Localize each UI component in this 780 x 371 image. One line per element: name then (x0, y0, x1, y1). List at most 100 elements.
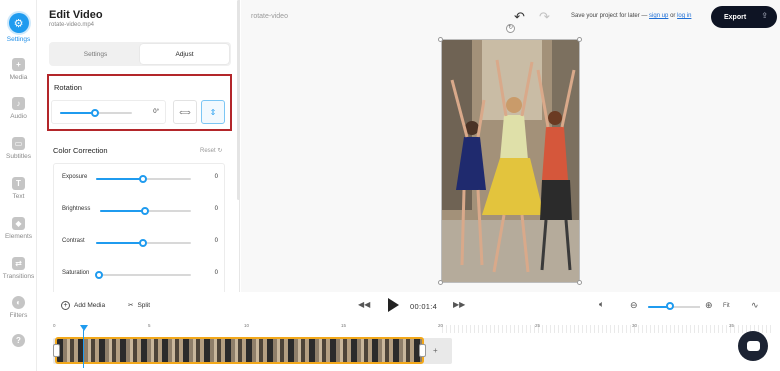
rail-label-settings: Settings (6, 36, 31, 43)
project-name[interactable]: rotate-video (251, 13, 288, 20)
tab-adjust[interactable]: Adjust (140, 44, 229, 64)
brightness-row: Brightness 0 (54, 202, 226, 218)
text-icon: T (12, 177, 25, 190)
resize-handle-bottom-right[interactable] (577, 280, 582, 285)
rail-label-elements: Elements (4, 233, 33, 240)
tick-label: 35 (729, 323, 735, 328)
contrast-value: 0 (214, 238, 218, 244)
panel-tabs: Settings Adjust (49, 42, 231, 66)
rail-item-elements[interactable]: ◆ Elements (0, 217, 37, 240)
help-icon: ? (12, 334, 25, 347)
contrast-label: Contrast (62, 238, 85, 244)
waveform-icon[interactable]: ∿ (751, 300, 759, 311)
video-frame-illustration (442, 40, 579, 282)
rotation-slider[interactable]: 0° (51, 100, 166, 124)
tick-label: 0 (53, 323, 56, 328)
zoom-out-icon[interactable]: ⊖ (630, 300, 638, 311)
color-correction-box: Exposure 0 Brightness 0 Contrast 0 Satur… (53, 163, 225, 292)
tick-label: 15 (341, 323, 347, 328)
resize-handle-top-right[interactable] (577, 37, 582, 42)
playhead-line (83, 330, 84, 368)
video-canvas: ↻ (241, 24, 780, 292)
resize-handle-top-left[interactable] (438, 37, 443, 42)
export-button[interactable]: Export ⇪ (711, 6, 777, 28)
rail-item-filters[interactable]: ◐ Filters (0, 296, 37, 319)
add-media-label: Add Media (74, 302, 106, 309)
upload-icon: ⇪ (761, 11, 768, 20)
save-project-message: Save your project for later — sign up or… (571, 13, 691, 19)
clip-trim-handle-right[interactable] (419, 344, 426, 357)
rail-label-subtitles: Subtitles (6, 153, 31, 160)
tick-label: 10 (244, 323, 250, 328)
rail-item-text[interactable]: T Text (0, 177, 37, 200)
redo-icon[interactable]: ↷ (539, 9, 550, 25)
subtitles-icon: ▭ (12, 137, 25, 150)
brightness-fill (100, 210, 146, 212)
rail-item-media[interactable]: + Media (0, 58, 37, 81)
rail-label-filters: Filters (9, 312, 28, 319)
rotate-handle-icon[interactable]: ↻ (506, 24, 515, 33)
timeline[interactable]: 0 5 10 15 20 25 30 35 + (37, 320, 780, 371)
log-in-link[interactable]: log in (677, 13, 691, 19)
rotation-label: Rotation (54, 83, 82, 92)
rotation-section: Rotation 0° ⟺ ⇕ (47, 74, 232, 131)
rail-item-help[interactable]: ? (0, 334, 37, 350)
skip-back-icon[interactable]: ◀◀ (358, 300, 370, 309)
rotation-knob[interactable] (91, 109, 99, 117)
transitions-icon: ⇄ (12, 257, 25, 270)
split-label: Split (137, 301, 151, 309)
saturation-value: 0 (214, 270, 218, 276)
flip-horizontal-button[interactable]: ⟺ (173, 100, 197, 124)
tick-label: 5 (148, 323, 151, 328)
panel-scrollbar[interactable] (237, 0, 240, 200)
filters-icon: ◐ (12, 296, 25, 309)
flip-vertical-button[interactable]: ⇕ (201, 100, 225, 124)
current-time: 00:01:4 (410, 302, 438, 311)
gear-icon: ⚙ (8, 13, 29, 33)
rail-item-audio[interactable]: ♪ Audio (0, 97, 37, 120)
sign-up-link[interactable]: sign up (649, 13, 668, 19)
rail-item-subtitles[interactable]: ▭ Subtitles (0, 137, 37, 160)
clip-trim-handle-left[interactable] (53, 344, 60, 357)
color-correction-title: Color Correction (53, 146, 108, 155)
tick-label: 25 (535, 323, 541, 328)
edit-video-panel: Edit Video rotate-video.mp4 Settings Adj… (37, 0, 240, 292)
play-icon[interactable] (388, 298, 399, 312)
resize-handle-bottom-left[interactable] (438, 280, 443, 285)
contrast-knob[interactable] (138, 239, 147, 247)
panel-title: Edit Video (49, 9, 103, 21)
save-text: Save your project for later — (571, 13, 648, 19)
zoom-knob[interactable] (666, 302, 675, 310)
video-preview[interactable] (441, 39, 580, 283)
rail-item-settings[interactable]: ⚙ Settings (0, 13, 37, 43)
contrast-row: Contrast 0 (54, 234, 226, 250)
tab-settings[interactable]: Settings (51, 44, 140, 64)
volume-icon[interactable]: 🔈︎ (599, 299, 604, 310)
chat-support-button[interactable] (738, 331, 768, 361)
add-media-button[interactable]: + Add Media (61, 301, 105, 310)
skip-forward-icon[interactable]: ▶▶ (453, 300, 465, 309)
zoom-slider[interactable] (648, 306, 700, 308)
saturation-slider[interactable] (100, 274, 191, 276)
split-button[interactable]: ✂ Split (128, 301, 151, 310)
or-text: or (670, 13, 676, 19)
rail-label-media: Media (9, 74, 28, 81)
color-correction-reset[interactable]: Reset ↻ (200, 147, 222, 154)
elements-icon: ◆ (12, 217, 25, 230)
exposure-knob[interactable] (138, 175, 147, 183)
chat-bubble-icon (746, 341, 760, 351)
playhead-marker[interactable] (80, 325, 88, 331)
saturation-knob[interactable] (95, 271, 103, 279)
rail-item-transitions[interactable]: ⇄ Transitions (0, 257, 37, 280)
rail-label-transitions: Transitions (2, 273, 35, 280)
brightness-knob[interactable] (140, 207, 149, 215)
left-nav-rail: ⚙ Settings + Media ♪ Audio ▭ Subtitles T… (0, 0, 37, 371)
reset-icon: ↻ (217, 148, 223, 154)
saturation-label: Saturation (62, 270, 90, 276)
undo-icon[interactable]: ↶ (514, 9, 525, 25)
video-clip[interactable] (55, 337, 424, 364)
add-to-track-icon[interactable]: + (433, 346, 438, 355)
brightness-value: 0 (214, 206, 218, 212)
fit-button[interactable]: Fit (723, 303, 730, 309)
zoom-in-icon[interactable]: ⊕ (705, 300, 713, 311)
